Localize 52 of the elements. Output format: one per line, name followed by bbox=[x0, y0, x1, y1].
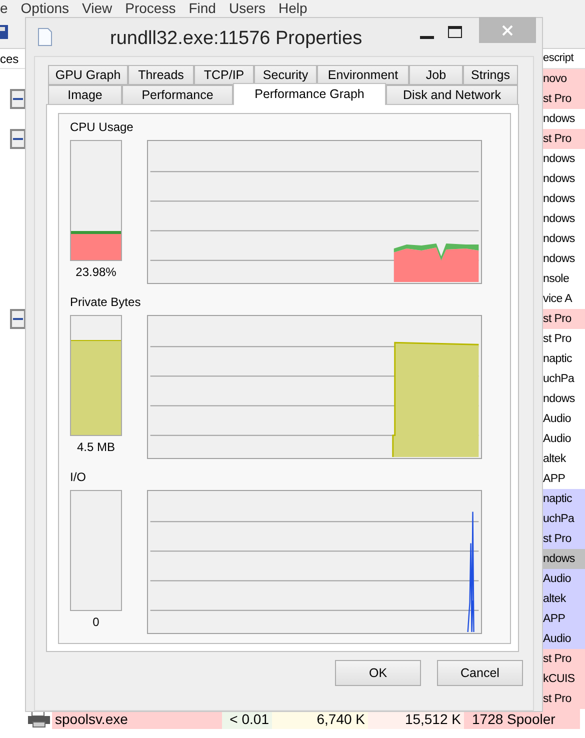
menu-item[interactable]: Process bbox=[125, 0, 176, 16]
tab[interactable]: Performance Graph bbox=[233, 83, 386, 105]
tree-toggle[interactable] bbox=[10, 309, 26, 329]
column-header[interactable]: escript bbox=[543, 50, 585, 67]
tab[interactable]: TCP/IP bbox=[194, 65, 254, 85]
menu-item[interactable]: Users bbox=[228, 0, 266, 16]
table-cell: ndows bbox=[543, 549, 585, 569]
graph-label: Private Bytes bbox=[70, 295, 142, 309]
dialog-button[interactable]: OK bbox=[335, 660, 421, 686]
tab[interactable]: Disk and Network bbox=[386, 85, 518, 105]
tab[interactable]: Strings bbox=[463, 65, 518, 85]
table-cell: APP bbox=[543, 609, 585, 629]
table-cell: st Pro bbox=[543, 309, 585, 329]
table-cell: Audio bbox=[543, 569, 585, 589]
close-icon bbox=[502, 24, 513, 36]
table-cell: 1728 Spooler bbox=[464, 709, 580, 729]
save-icon[interactable] bbox=[0, 25, 8, 39]
tab[interactable]: Security bbox=[254, 65, 317, 85]
meter-reading: 4.5 MB bbox=[76, 439, 115, 456]
menu-item[interactable]: Options bbox=[20, 0, 70, 16]
document-icon bbox=[38, 28, 52, 46]
tab[interactable]: Performance bbox=[122, 85, 233, 105]
table-cell: altek bbox=[543, 589, 585, 609]
tab[interactable]: Job bbox=[409, 65, 463, 85]
tree-toggle[interactable] bbox=[10, 129, 26, 149]
table-cell: st Pro bbox=[543, 129, 585, 149]
table-cell: Audio bbox=[543, 629, 585, 649]
tab[interactable]: Threads bbox=[128, 65, 194, 85]
table-cell: st Pro bbox=[543, 649, 585, 669]
graph-label: I/O bbox=[70, 470, 88, 484]
window-title: rundll32.exe:11576 Properties bbox=[110, 27, 362, 51]
table-cell: naptic bbox=[543, 489, 585, 509]
graph-label: CPU Usage bbox=[70, 120, 134, 134]
menu-item[interactable]: Help bbox=[278, 0, 308, 16]
table-cell: st Pro bbox=[543, 529, 585, 549]
table-cell: novo bbox=[543, 69, 585, 89]
menu-item[interactable]: e bbox=[0, 0, 8, 16]
menu-item[interactable]: Find bbox=[188, 0, 216, 16]
table-cell: kCUIS bbox=[543, 669, 585, 689]
tab[interactable]: Image bbox=[48, 85, 122, 105]
table-cell: st Pro bbox=[543, 689, 585, 709]
table-cell: st Pro bbox=[543, 89, 585, 109]
dialog-button[interactable]: Cancel bbox=[437, 660, 523, 686]
meter-reading: 0 bbox=[92, 614, 100, 631]
menu-item[interactable]: View bbox=[82, 0, 112, 16]
table-cell: uchPa bbox=[543, 509, 585, 529]
tab[interactable]: GPU Graph bbox=[48, 65, 128, 85]
tree-toggle[interactable] bbox=[10, 89, 26, 109]
tab[interactable]: Environment bbox=[317, 65, 409, 85]
column-header[interactable]: ces bbox=[0, 50, 19, 68]
meter-reading: 23.98% bbox=[76, 264, 116, 281]
maximize-icon[interactable] bbox=[448, 26, 462, 38]
